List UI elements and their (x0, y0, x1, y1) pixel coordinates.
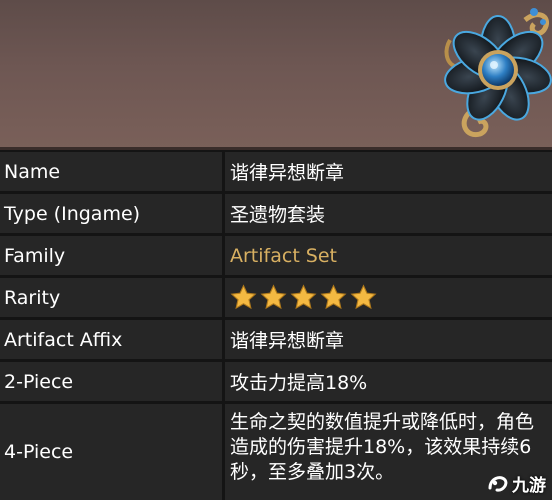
row-value-2piece: 攻击力提高18% (225, 362, 552, 401)
header-banner (0, 0, 552, 150)
rarity-stars (225, 278, 552, 317)
watermark: 九游 (487, 471, 546, 496)
table-row-rarity: Rarity (0, 278, 552, 317)
row-value-name: 谐律异想断章 (225, 152, 552, 191)
row-label-type: Type (Ingame) (0, 194, 222, 233)
row-label-4piece: 4-Piece (0, 404, 222, 500)
row-label-rarity: Rarity (0, 278, 222, 317)
star-icon (320, 284, 347, 310)
table-row-4piece: 4-Piece 生命之契的数值提升或降低时，角色造成的伤害提升18%，该效果持续… (0, 404, 552, 500)
table-row-name: Name 谐律异想断章 (0, 152, 552, 191)
star-icon (350, 284, 377, 310)
row-label-2piece: 2-Piece (0, 362, 222, 401)
black-blue-flower-brooch-icon (444, 8, 552, 138)
row-value-type: 圣遗物套装 (225, 194, 552, 233)
watermark-text: 九游 (512, 476, 546, 496)
row-label-affix: Artifact Affix (0, 320, 222, 359)
row-label-family: Family (0, 236, 222, 275)
star-icon (290, 284, 317, 310)
table-row-type: Type (Ingame) 圣遗物套装 (0, 194, 552, 233)
row-value-affix: 谐律异想断章 (225, 320, 552, 359)
row-label-name: Name (0, 152, 222, 191)
table-row-2piece: 2-Piece 攻击力提高18% (0, 362, 552, 401)
table-row-affix: Artifact Affix 谐律异想断章 (0, 320, 552, 359)
star-icon (260, 284, 287, 310)
star-icon (230, 284, 257, 310)
jiuyou-logo-icon (488, 475, 508, 492)
table-row-family: Family Artifact Set (0, 236, 552, 275)
family-link[interactable]: Artifact Set (225, 236, 552, 275)
